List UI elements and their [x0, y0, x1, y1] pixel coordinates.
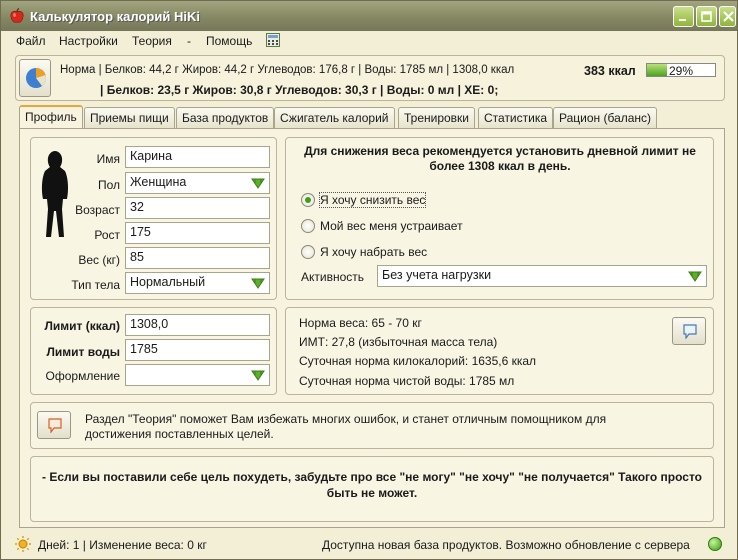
- kcal-limit-input[interactable]: 1308,0: [125, 314, 270, 336]
- sex-dropdown[interactable]: Женщина: [125, 172, 270, 194]
- days-weight-change-text: Дней: 1 | Изменение веса: 0 кг: [38, 538, 207, 552]
- style-label: Оформление: [45, 369, 120, 383]
- radio-keep-weight[interactable]: [301, 219, 315, 233]
- tab-statistics[interactable]: Статистика: [478, 107, 554, 128]
- weight-input[interactable]: 85: [125, 247, 270, 269]
- sex-value: Женщина: [130, 175, 187, 189]
- sex-label: Пол: [97, 178, 120, 192]
- radio-keep-weight-label[interactable]: Мой вес меня устраивает: [320, 219, 463, 233]
- tab-diet-balance[interactable]: Рацион (баланс): [553, 107, 658, 128]
- body-type-label: Тип тела: [71, 278, 120, 292]
- consumed-kcal: 383 ккал: [584, 64, 636, 78]
- stats-info-button[interactable]: [672, 317, 706, 345]
- woman-silhouette-icon: [41, 151, 69, 237]
- motivation-text: - Если вы поставили себе цель похудеть, …: [42, 470, 702, 500]
- update-available-text[interactable]: Доступна новая база продуктов. Возможно …: [322, 538, 690, 552]
- theory-hint-text: Раздел "Теория" поможет Вам избежать мно…: [85, 412, 607, 441]
- radio-lose-weight[interactable]: [301, 193, 315, 207]
- app-window: Калькулятор калорий HiKi Файл Настройки …: [0, 0, 738, 560]
- radio-lose-weight-label[interactable]: Я хочу снизить вес: [318, 192, 427, 208]
- menu-help[interactable]: Помощь: [206, 34, 252, 48]
- norm-summary-text: Норма | Белков: 44,2 г Жиров: 44,2 г Угл…: [60, 64, 515, 76]
- tab-profile[interactable]: Профиль: [19, 105, 83, 129]
- maximize-button[interactable]: [696, 6, 717, 27]
- chevron-down-icon: [251, 370, 265, 381]
- theory-button[interactable]: [37, 411, 71, 439]
- menu-theory[interactable]: Теория: [132, 34, 172, 48]
- maximize-icon: [701, 11, 712, 22]
- tab-workouts[interactable]: Тренировки: [398, 107, 476, 128]
- title-bar[interactable]: Калькулятор калорий HiKi: [1, 1, 737, 31]
- name-label: Имя: [96, 152, 120, 166]
- kcal-progress-bar: 29%: [646, 63, 716, 78]
- menu-file[interactable]: Файл: [16, 34, 46, 48]
- consumed-summary-text: | Белков: 23,5 г Жиров: 30,8 г Углеводов…: [100, 83, 499, 97]
- server-status-indicator: [708, 537, 722, 551]
- close-button[interactable]: [719, 6, 736, 27]
- calculator-icon[interactable]: [266, 33, 280, 47]
- daily-water-norm-text: Суточная норма чистой воды: 1785 мл: [299, 374, 515, 388]
- minimize-button[interactable]: [673, 6, 694, 27]
- tab-meals[interactable]: Приемы пищи: [84, 107, 175, 128]
- name-input[interactable]: Карина: [125, 146, 270, 168]
- style-dropdown[interactable]: [125, 364, 270, 386]
- body-type-value: Нормальный: [130, 275, 206, 289]
- sun-icon: [15, 536, 31, 552]
- menu-bar: Файл Настройки Теория - Помощь: [1, 31, 737, 51]
- body-type-dropdown[interactable]: Нормальный: [125, 272, 270, 294]
- water-limit-label: Лимит воды: [46, 345, 120, 359]
- normal-weight-text: Норма веса: 65 - 70 кг: [299, 316, 422, 330]
- menu-separator: -: [187, 34, 191, 48]
- chevron-down-icon: [251, 278, 265, 289]
- water-limit-input[interactable]: 1785: [125, 339, 270, 361]
- activity-dropdown[interactable]: Без учета нагрузки: [377, 265, 707, 287]
- weight-label: Вес (кг): [78, 253, 120, 267]
- status-bar: Дней: 1 | Изменение веса: 0 кг Доступна …: [1, 531, 737, 559]
- height-label: Рост: [94, 228, 120, 242]
- chevron-down-icon: [688, 271, 702, 282]
- window-title: Калькулятор калорий HiKi: [30, 9, 200, 24]
- daily-kcal-norm-text: Суточная норма килокалорий: 1635,6 ккал: [299, 354, 537, 368]
- height-input[interactable]: 175: [125, 222, 270, 244]
- pie-chart-button[interactable]: [19, 59, 51, 97]
- chevron-down-icon: [251, 178, 265, 189]
- activity-value: Без учета нагрузки: [382, 268, 492, 282]
- age-label: Возраст: [75, 203, 120, 217]
- kcal-limit-label: Лимит (ккал): [44, 319, 120, 333]
- limit-recommendation: Для снижения веса рекомендуется установи…: [304, 144, 696, 173]
- age-input[interactable]: 32: [125, 197, 270, 219]
- activity-label: Активность: [301, 270, 365, 284]
- close-icon: [723, 11, 734, 22]
- radio-gain-weight[interactable]: [301, 245, 315, 259]
- speech-bubble-icon: [683, 324, 697, 339]
- tab-calorie-burner[interactable]: Сжигатель калорий: [274, 107, 395, 128]
- radio-gain-weight-label[interactable]: Я хочу набрать вес: [320, 245, 427, 259]
- minimize-icon: [679, 19, 686, 21]
- apple-icon: [10, 8, 24, 23]
- pie-chart-icon: [26, 68, 46, 88]
- daily-summary-panel: Норма | Белков: 44,2 г Жиров: 44,2 г Угл…: [15, 55, 725, 101]
- bmi-text: ИМТ: 27,8 (избыточная масса тела): [299, 335, 498, 349]
- tab-products[interactable]: База продуктов: [176, 107, 275, 128]
- speech-bubble-icon: [48, 418, 62, 433]
- kcal-progress-text: 29%: [669, 64, 694, 78]
- kcal-progress-fill: [647, 64, 667, 76]
- menu-settings[interactable]: Настройки: [59, 34, 118, 48]
